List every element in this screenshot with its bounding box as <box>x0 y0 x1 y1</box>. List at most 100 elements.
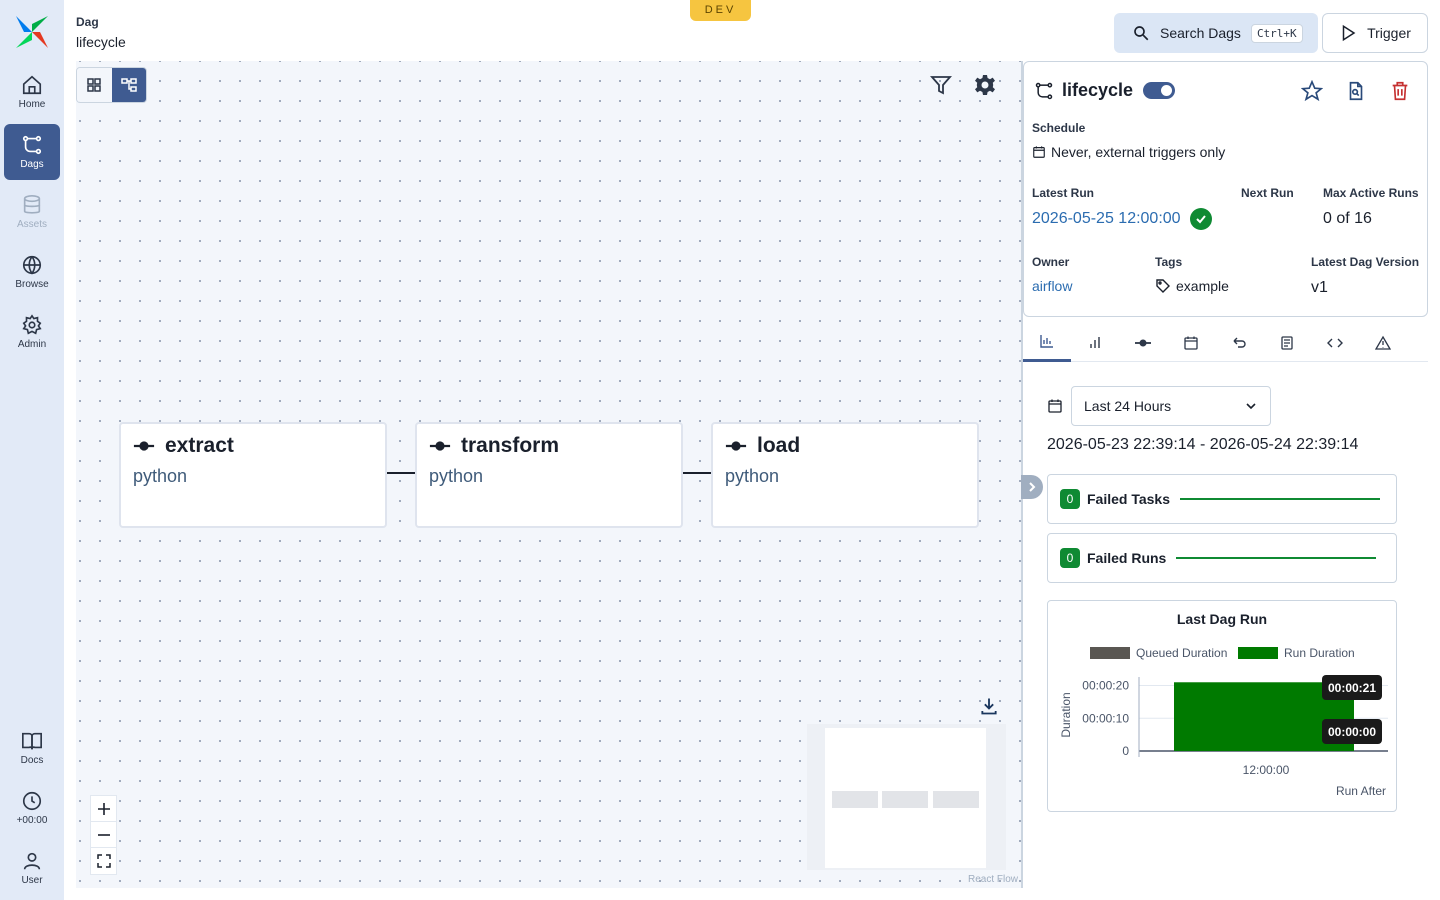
clock-icon <box>22 791 42 811</box>
task-node-transform[interactable]: transform python <box>415 422 683 528</box>
nav-timezone[interactable]: +00:00 <box>4 780 60 836</box>
failed-tasks-sparkline <box>1180 498 1381 500</box>
nav-browse-label: Browse <box>15 279 49 290</box>
calendar-icon <box>1184 336 1198 350</box>
grid-view-icon <box>87 78 101 92</box>
user-icon <box>23 852 41 870</box>
last-dag-run-chart-svg: Last Dag Run Queued Duration Run Duration D… <box>1059 611 1388 798</box>
chart-title: Last Dag Run <box>1177 611 1267 627</box>
delete-dag-button[interactable] <box>1389 80 1411 102</box>
y-axis-label: Duration <box>1059 692 1073 737</box>
favorite-button[interactable] <box>1301 80 1323 102</box>
dag-tabs <box>1023 323 1428 362</box>
tab-grid[interactable] <box>1071 323 1119 362</box>
minimap[interactable] <box>807 724 1006 870</box>
max-active-runs-label: Max Active Runs <box>1323 186 1419 200</box>
tab-events[interactable] <box>1263 323 1311 362</box>
failed-runs-card[interactable]: 0 Failed Runs <box>1047 533 1397 583</box>
tag-icon <box>1156 279 1170 293</box>
dag-name: lifecycle <box>1062 80 1134 100</box>
tag-example[interactable]: example <box>1176 278 1229 294</box>
nav-dags-label: Dags <box>20 159 44 170</box>
search-shortcut: Ctrl+K <box>1250 23 1303 43</box>
time-range-select[interactable]: Last 24 Hours <box>1071 386 1271 426</box>
tab-tasks[interactable] <box>1119 323 1167 362</box>
y-tick-label: 00:00:10 <box>1082 711 1129 725</box>
tags-label: Tags <box>1155 255 1183 269</box>
trigger-button[interactable]: Trigger <box>1322 13 1428 53</box>
trash-icon <box>1392 81 1408 101</box>
latest-run-link[interactable]: 2026-05-25 12:00:00 <box>1032 210 1181 228</box>
schedule-value: Never, external triggers only <box>1032 144 1225 160</box>
zoom-out-button[interactable] <box>91 822 116 848</box>
max-active-runs-value: 0 of 16 <box>1323 210 1372 227</box>
nav-home-label: Home <box>18 99 46 110</box>
tab-backfills[interactable] <box>1215 323 1263 362</box>
failed-tasks-card[interactable]: 0 Failed Tasks <box>1047 474 1397 524</box>
graph-view-button[interactable] <box>111 68 146 102</box>
graph-canvas[interactable]: extract python transform python load pyt… <box>76 61 1022 888</box>
filter-icon[interactable] <box>929 73 953 97</box>
nav-home[interactable]: Home <box>4 64 60 120</box>
play-icon <box>1342 24 1356 42</box>
nav-docs[interactable]: Docs <box>4 720 60 776</box>
collapse-panel-button[interactable] <box>1021 475 1043 499</box>
pause-toggle[interactable] <box>1143 82 1176 99</box>
react-flow-attribution[interactable]: React Flow <box>968 874 1018 885</box>
code-icon <box>1327 338 1343 347</box>
left-navigation: Home Dags Assets Browse Admin Docs +00:0… <box>0 0 64 900</box>
tab-import-errors[interactable] <box>1359 323 1407 362</box>
settings-icon[interactable] <box>973 73 997 97</box>
grid-view-button[interactable] <box>77 68 112 102</box>
y-tick-label: 0 <box>1122 744 1129 758</box>
page-title: lifecycle <box>76 34 126 50</box>
minimap-node <box>832 791 878 808</box>
zoom-in-button[interactable] <box>91 796 116 822</box>
fullscreen-icon <box>96 854 111 868</box>
nav-timezone-label: +00:00 <box>16 815 48 826</box>
minimap-node <box>933 791 979 808</box>
warning-icon <box>1375 335 1391 350</box>
breadcrumb-label: Dag <box>76 15 99 29</box>
nav-browse[interactable]: Browse <box>4 244 60 300</box>
star-icon <box>1301 80 1323 102</box>
nav-dags[interactable]: Dags <box>4 124 60 180</box>
nav-user[interactable]: User <box>4 840 60 896</box>
nav-assets-label: Assets <box>16 219 47 230</box>
tab-code[interactable] <box>1311 323 1359 362</box>
dag-icon <box>1035 82 1053 99</box>
download-icon[interactable] <box>979 696 999 716</box>
tab-overview[interactable] <box>1023 323 1071 362</box>
time-range-text: 2026-05-23 22:39:14 - 2026-05-24 22:39:1… <box>1047 436 1359 453</box>
owner-link[interactable]: airflow <box>1032 278 1072 294</box>
data-label: 00:00:00 <box>1328 725 1376 739</box>
failed-runs-count: 0 <box>1060 548 1080 568</box>
zoom-controls <box>90 795 117 875</box>
overview-icon <box>1040 335 1053 348</box>
search-dags-button[interactable]: Search Dags Ctrl+K <box>1114 13 1318 53</box>
environment-badge: DEV <box>690 0 751 21</box>
chevron-down-icon <box>1246 403 1256 410</box>
task-icon <box>429 441 451 451</box>
edge-extract-transform <box>387 472 415 474</box>
failed-runs-sparkline <box>1176 557 1377 559</box>
time-range-value: Last 24 Hours <box>1084 398 1172 414</box>
fit-view-button[interactable] <box>91 848 116 874</box>
chevron-right-icon <box>1029 482 1036 492</box>
task-icon <box>725 441 747 451</box>
dag-docs-button[interactable] <box>1345 80 1367 102</box>
database-icon <box>23 195 41 214</box>
schedule-text: Never, external triggers only <box>1051 144 1226 160</box>
airflow-logo[interactable] <box>14 14 50 50</box>
nav-user-label: User <box>21 875 43 886</box>
dags-icon <box>22 135 42 155</box>
task-operator: python <box>133 466 188 486</box>
task-node-extract[interactable]: extract python <box>119 422 387 528</box>
time-range-row: Last 24 Hours <box>1047 386 1271 426</box>
minimap-node <box>882 791 928 808</box>
task-operator: python <box>429 466 484 486</box>
tab-calendar[interactable] <box>1167 323 1215 362</box>
nav-assets[interactable]: Assets <box>4 184 60 240</box>
task-node-load[interactable]: load python <box>711 422 979 528</box>
nav-admin[interactable]: Admin <box>4 304 60 360</box>
